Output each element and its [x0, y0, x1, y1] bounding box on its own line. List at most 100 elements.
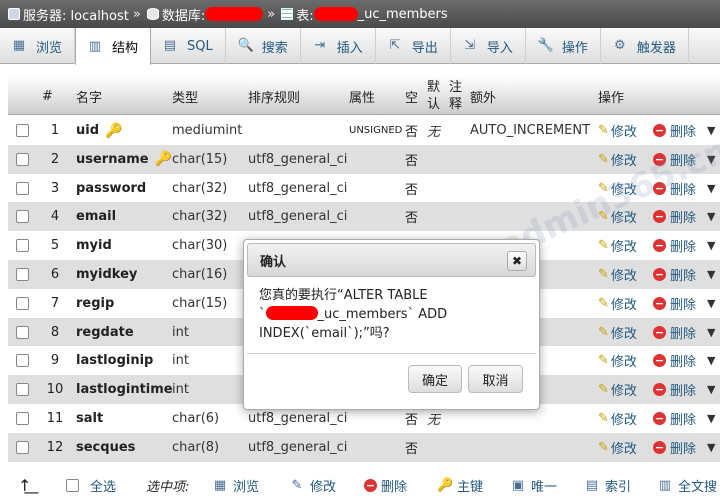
breadcrumb-server[interactable]: 服务器: localhost — [23, 5, 129, 24]
tab-sql[interactable]: ▤ SQL — [151, 28, 226, 64]
select-all-checkbox[interactable] — [66, 471, 79, 500]
field-type: char(32) — [172, 209, 228, 225]
row-number: 11 — [46, 411, 64, 426]
tab-insert[interactable]: ⇥ 插入 — [301, 28, 376, 64]
ok-button[interactable]: 确定 — [408, 365, 462, 393]
drop-action[interactable]: − 删除 — [653, 433, 696, 462]
field-name: regip — [76, 295, 115, 311]
more-actions-toggle[interactable]: ▼ — [707, 174, 715, 203]
edit-action[interactable]: ✎ 修改 — [598, 375, 637, 404]
row-number: 7 — [50, 295, 60, 311]
more-actions-toggle[interactable]: ▼ — [707, 145, 715, 174]
tab-export[interactable]: ⇱ 导出 — [376, 28, 451, 64]
drop-action[interactable]: − 删除 — [653, 318, 696, 347]
drop-action[interactable]: − 删除 — [653, 116, 696, 145]
edit-action[interactable]: ✎ 修改 — [598, 289, 637, 318]
bulk-index-button[interactable]: ▤ 索引 — [585, 471, 631, 500]
col-header-extra[interactable]: 额外 — [470, 77, 496, 115]
bulk-primary-button[interactable]: 🔑 主键 — [437, 471, 483, 500]
col-header-type[interactable]: 类型 — [172, 77, 198, 115]
cancel-button[interactable]: 取消 — [468, 365, 523, 393]
tab-triggers[interactable]: ⚙ 触发器 — [601, 28, 689, 64]
edit-action[interactable]: ✎ 修改 — [598, 231, 637, 260]
row-checkbox[interactable] — [16, 346, 29, 375]
more-actions-toggle[interactable]: ▼ — [707, 404, 715, 433]
drop-icon: − — [653, 124, 666, 137]
dialog-titlebar[interactable]: 确认 ✖ — [247, 243, 536, 277]
edit-action[interactable]: ✎ 修改 — [598, 260, 637, 289]
close-icon[interactable]: ✖ — [507, 251, 527, 271]
more-actions-toggle[interactable]: ▼ — [707, 231, 715, 260]
row-checkbox[interactable] — [16, 318, 29, 347]
more-actions-toggle[interactable]: ▼ — [707, 202, 715, 231]
drop-action[interactable]: − 删除 — [653, 202, 696, 231]
drop-action[interactable]: − 删除 — [653, 174, 696, 203]
table-row: 2 username 🔑 char(15) utf8_general_ci 否 ✎ 修改 − 删除… — [8, 144, 720, 174]
edit-action[interactable]: ✎ 修改 — [598, 116, 637, 145]
bulk-drop-button[interactable]: − 删除 — [364, 471, 407, 500]
row-checkbox[interactable] — [16, 375, 29, 404]
chevron-down-icon: ▼ — [707, 124, 716, 137]
bulk-fulltext-button[interactable]: ▥ 全文搜 — [658, 471, 717, 500]
tab-browse[interactable]: ▦ 浏览 — [0, 28, 76, 64]
field-type: char(8) — [172, 439, 220, 455]
more-actions-toggle[interactable]: ▼ — [707, 433, 715, 462]
edit-action[interactable]: ✎ 修改 — [598, 433, 637, 462]
breadcrumb-database[interactable]: 数据库: — [162, 5, 205, 24]
more-actions-toggle[interactable]: ▼ — [707, 116, 715, 145]
more-actions-toggle[interactable]: ▼ — [707, 289, 715, 318]
col-header-default[interactable]: 默认 — [427, 77, 441, 115]
tab-import[interactable]: ⇲ 导入 — [451, 28, 526, 64]
drop-action[interactable]: − 删除 — [653, 289, 696, 318]
select-all-link[interactable]: 全选 — [90, 471, 116, 500]
more-actions-toggle[interactable]: ▼ — [707, 260, 715, 289]
edit-action[interactable]: ✎ 修改 — [598, 318, 637, 347]
edit-label: 修改 — [610, 211, 637, 227]
drop-action[interactable]: − 删除 — [653, 260, 696, 289]
edit-action[interactable]: ✎ 修改 — [598, 404, 637, 433]
breadcrumb-separator: » — [267, 6, 276, 22]
breadcrumb-table-suffix[interactable]: _uc_members — [358, 7, 448, 22]
row-checkbox[interactable] — [16, 231, 29, 260]
drop-action[interactable]: − 删除 — [653, 145, 696, 174]
col-header-name[interactable]: 名字 — [76, 77, 102, 115]
index-key-icon: 🔑 — [154, 151, 173, 168]
row-checkbox[interactable] — [16, 174, 29, 203]
tab-search[interactable]: 🔍 搜索 — [226, 28, 301, 64]
col-header-comments[interactable]: 注释 — [449, 77, 463, 115]
drop-action[interactable]: − 删除 — [653, 404, 696, 433]
edit-label: 修改 — [610, 355, 637, 371]
field-name: lastloginip — [76, 353, 154, 369]
edit-action[interactable]: ✎ 修改 — [598, 202, 637, 231]
row-checkbox[interactable] — [16, 289, 29, 318]
col-header-collation[interactable]: 排序规则 — [248, 77, 300, 115]
bulk-unique-button[interactable]: ▣ 唯一 — [511, 471, 557, 500]
chevron-down-icon: ▼ — [707, 440, 716, 454]
more-actions-toggle[interactable]: ▼ — [707, 346, 715, 375]
tab-operations[interactable]: 🔧 操作 — [526, 28, 601, 64]
more-actions-toggle[interactable]: ▼ — [707, 318, 715, 347]
more-actions-toggle[interactable]: ▼ — [707, 375, 715, 404]
row-checkbox[interactable] — [16, 116, 29, 145]
edit-action[interactable]: ✎ 修改 — [598, 346, 637, 375]
drop-action[interactable]: − 删除 — [653, 231, 696, 260]
col-header-null[interactable]: 空 — [405, 77, 418, 115]
col-header-attributes[interactable]: 属性 — [349, 77, 375, 115]
field-type: char(30) — [172, 238, 228, 254]
row-checkbox[interactable] — [16, 202, 29, 231]
bulk-browse-button[interactable]: ▦ 浏览 — [213, 471, 259, 500]
search-icon: 🔍 — [237, 38, 254, 53]
row-checkbox[interactable] — [16, 433, 29, 462]
tab-structure[interactable]: ▥ 结构 — [75, 28, 152, 65]
dialog-message: 您真的要执行“ALTER TABLE ` _uc_members` ADD IND… — [247, 277, 536, 353]
bulk-edit-button[interactable]: ✎ 修改 — [290, 471, 336, 500]
drop-action[interactable]: − 删除 — [653, 375, 696, 404]
drop-action[interactable]: − 删除 — [653, 346, 696, 375]
edit-action[interactable]: ✎ 修改 — [598, 145, 637, 174]
row-checkbox[interactable] — [16, 404, 29, 433]
breadcrumb-table[interactable]: 表: — [296, 5, 313, 24]
row-checkbox[interactable] — [16, 260, 29, 289]
edit-action[interactable]: ✎ 修改 — [598, 174, 637, 203]
row-checkbox[interactable] — [16, 145, 29, 174]
chevron-down-icon: ▼ — [707, 412, 716, 425]
